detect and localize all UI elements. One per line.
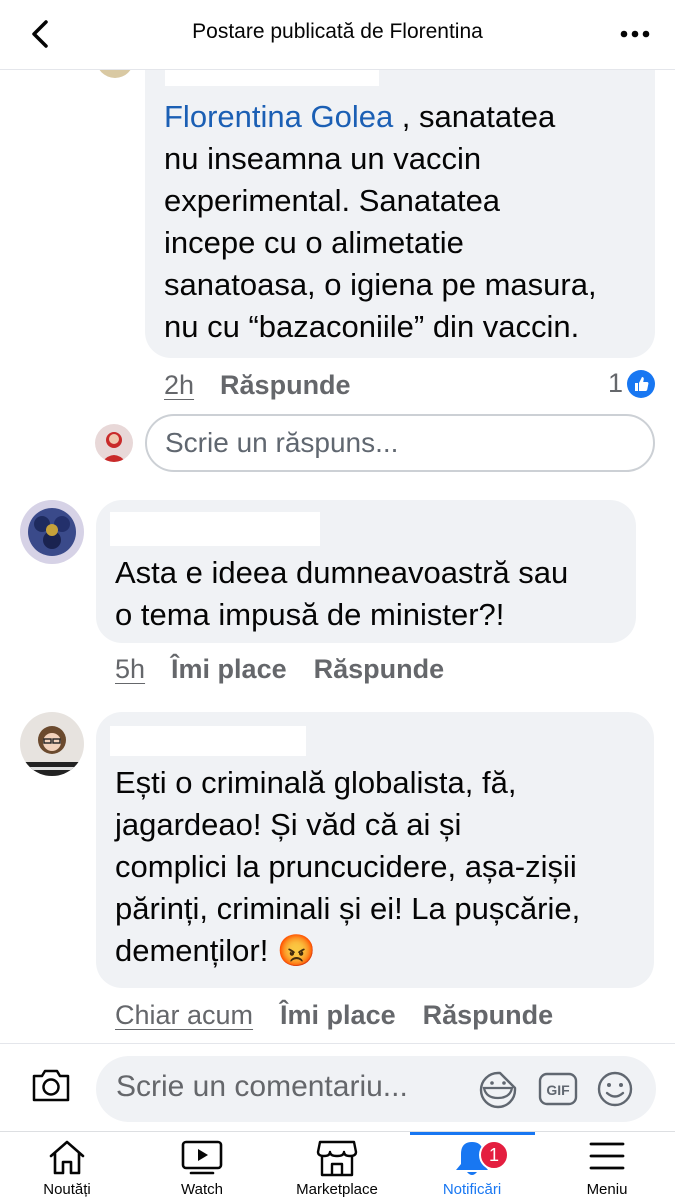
comment-actions: 2h Răspunde bbox=[164, 370, 351, 401]
reply-button[interactable]: Răspunde bbox=[220, 370, 351, 401]
reply-button[interactable]: Răspunde bbox=[314, 654, 445, 685]
store-icon bbox=[316, 1140, 358, 1177]
camera-icon bbox=[32, 1069, 70, 1102]
comment-actions: 5h Îmi place Răspunde bbox=[115, 654, 444, 685]
comment-bubble: Florentina Golea , sanatatea nu inseamna… bbox=[145, 40, 655, 358]
tab-marketplace[interactable]: Marketplace bbox=[272, 1132, 402, 1200]
comment-bubble: Asta e ideea dumneavoastră sau o tema im… bbox=[96, 500, 636, 643]
tab-label: Noutăți bbox=[43, 1181, 91, 1198]
post-header: Postare publicată de Florentina bbox=[0, 0, 675, 70]
more-options-button[interactable] bbox=[615, 18, 655, 50]
tab-notifications[interactable]: 1 Notificări bbox=[407, 1132, 537, 1200]
comment-input[interactable]: Scrie un comentariu... GIF bbox=[96, 1056, 656, 1122]
user-avatar bbox=[95, 424, 133, 462]
commenter-avatar[interactable] bbox=[20, 500, 84, 564]
reply-button[interactable]: Răspunde bbox=[423, 1000, 554, 1031]
like-reaction-icon bbox=[627, 369, 655, 398]
comment-text: Asta e ideea dumneavoastră sau o tema im… bbox=[115, 555, 569, 632]
comment-bubble: Ești o criminală globalista, fă, jagarde… bbox=[96, 712, 654, 988]
tab-label: Notificări bbox=[442, 1181, 502, 1198]
commenter-avatar[interactable] bbox=[20, 712, 84, 776]
mention-link[interactable]: Florentina Golea bbox=[164, 99, 393, 134]
page-title: Postare publicată de Florentina bbox=[192, 20, 483, 43]
tab-watch[interactable]: Watch bbox=[137, 1132, 267, 1200]
menu-icon bbox=[589, 1142, 625, 1170]
tab-label: Meniu bbox=[586, 1181, 628, 1198]
video-icon bbox=[181, 1140, 223, 1175]
tab-menu[interactable]: Meniu bbox=[542, 1132, 672, 1200]
comment-placeholder: Scrie un comentariu... bbox=[116, 1070, 408, 1103]
tab-label: Marketplace bbox=[296, 1181, 378, 1198]
tab-label: Watch bbox=[181, 1181, 223, 1198]
like-button[interactable]: Îmi place bbox=[280, 1000, 396, 1031]
comment-actions: Chiar acum Îmi place Răspunde bbox=[115, 1000, 553, 1031]
active-tab-indicator bbox=[410, 1132, 535, 1135]
comment-timestamp[interactable]: 2h bbox=[164, 370, 194, 401]
comment-text: Florentina Golea , sanatatea nu inseamna… bbox=[164, 99, 597, 344]
comment-timestamp[interactable]: 5h bbox=[115, 654, 145, 685]
reaction-count[interactable]: 1 bbox=[608, 368, 655, 399]
comment-timestamp[interactable]: Chiar acum bbox=[115, 1000, 253, 1031]
camera-button[interactable] bbox=[30, 1066, 72, 1109]
bottom-tab-bar: Noutăți Watch Marketplace 1 Notificări M… bbox=[0, 1131, 675, 1200]
redacted-name bbox=[110, 726, 306, 756]
redacted-name bbox=[110, 512, 320, 546]
gif-icon[interactable]: GIF bbox=[538, 1072, 578, 1111]
reply-input[interactable]: Scrie un răspuns... bbox=[145, 414, 655, 472]
emoji-icon[interactable] bbox=[596, 1070, 634, 1113]
angry-emoji-icon: 😡 bbox=[276, 933, 316, 968]
gif-label: GIF bbox=[546, 1082, 570, 1098]
comment-text: Ești o criminală globalista, fă, jagarde… bbox=[115, 765, 581, 968]
comment-composer: Scrie un comentariu... GIF bbox=[0, 1043, 675, 1131]
notification-badge: 1 bbox=[479, 1140, 509, 1170]
like-button[interactable]: Îmi place bbox=[171, 654, 287, 685]
more-dots-icon bbox=[620, 30, 650, 38]
sticker-icon[interactable] bbox=[478, 1070, 518, 1115]
home-icon bbox=[49, 1140, 85, 1175]
tab-news-feed[interactable]: Noutăți bbox=[2, 1132, 132, 1200]
